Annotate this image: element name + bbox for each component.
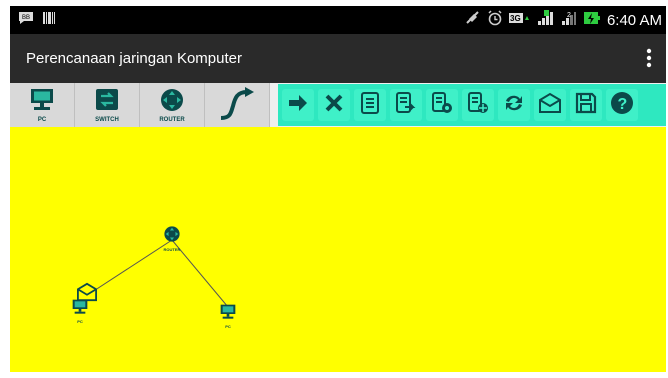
refresh-button[interactable] (498, 89, 530, 121)
chat-notification-icon: BB (18, 11, 34, 30)
document-config-button[interactable] (462, 89, 494, 121)
document-list-button[interactable] (354, 89, 386, 121)
switch-icon (94, 88, 120, 117)
router-tool-label: ROUTER (159, 116, 185, 123)
clock: 6:40 AM (606, 11, 662, 29)
delete-button[interactable] (318, 89, 350, 121)
network-canvas[interactable]: ROUTER PC PC (10, 127, 666, 372)
document-settings-icon (431, 91, 453, 119)
toolbar: PC SWITCH ROUTER ? (10, 83, 666, 127)
router-node[interactable]: ROUTER (163, 225, 181, 252)
connection-line (85, 239, 173, 297)
connection-layer (85, 239, 229, 308)
svg-text:3G: 3G (510, 14, 521, 23)
help-icon: ? (610, 91, 634, 120)
switch-tool-label: SWITCH (95, 116, 119, 123)
pc-node[interactable]: PC (71, 299, 89, 324)
document-settings-button[interactable] (426, 89, 458, 121)
pc-node-label: PC (77, 319, 83, 324)
refresh-icon (503, 92, 525, 119)
battery-charging-icon (583, 10, 601, 30)
router-tool-button[interactable]: ROUTER (140, 83, 205, 127)
status-bar: BB 3G 2 6:40 AM (10, 6, 666, 34)
router-icon (163, 225, 181, 248)
barcode-notification-icon (42, 11, 56, 30)
svg-text:BB: BB (22, 15, 30, 21)
delete-icon (324, 93, 344, 118)
arrow-right-icon (287, 92, 309, 119)
network-3g-icon: 3G (508, 10, 531, 30)
app-bar: Perencanaan jaringan Komputer (10, 34, 666, 83)
pc-icon (219, 304, 237, 325)
pc-node-label: PC (225, 324, 231, 329)
cable-tool-button[interactable] (205, 83, 270, 127)
mail-icon (538, 92, 562, 119)
alarm-icon (487, 10, 503, 30)
router-node-label: ROUTER (163, 247, 181, 252)
save-button[interactable] (570, 89, 602, 121)
pc-tool-button[interactable]: PC (10, 83, 75, 127)
cable-icon (217, 86, 257, 125)
next-button[interactable] (282, 89, 314, 121)
mute-icon (465, 10, 481, 30)
app-title: Perencanaan jaringan Komputer (26, 50, 242, 67)
pc-tool-label: PC (37, 116, 47, 123)
signal-sim2-icon: 2 (561, 10, 577, 30)
help-button[interactable]: ? (606, 89, 638, 121)
action-bar: ? (278, 84, 666, 126)
document-config-icon (467, 91, 489, 119)
svg-text:?: ? (618, 96, 628, 113)
signal-sim1-icon (537, 10, 555, 30)
pc-icon (29, 88, 55, 117)
switch-tool-button[interactable]: SWITCH (75, 83, 140, 127)
overflow-menu-icon[interactable] (642, 46, 656, 70)
svg-text:2: 2 (567, 12, 571, 19)
pc-icon (71, 299, 89, 320)
message-button[interactable] (534, 89, 566, 121)
document-export-button[interactable] (390, 89, 422, 121)
router-icon (159, 88, 185, 117)
android-screen: BB 3G 2 6:40 AM Perencanaan jaringan Kom… (10, 6, 666, 372)
document-export-icon (395, 91, 417, 119)
component-palette: PC SWITCH ROUTER (10, 83, 270, 127)
pc-node[interactable]: PC (219, 304, 237, 329)
save-icon (575, 92, 597, 119)
document-list-icon (360, 91, 380, 119)
